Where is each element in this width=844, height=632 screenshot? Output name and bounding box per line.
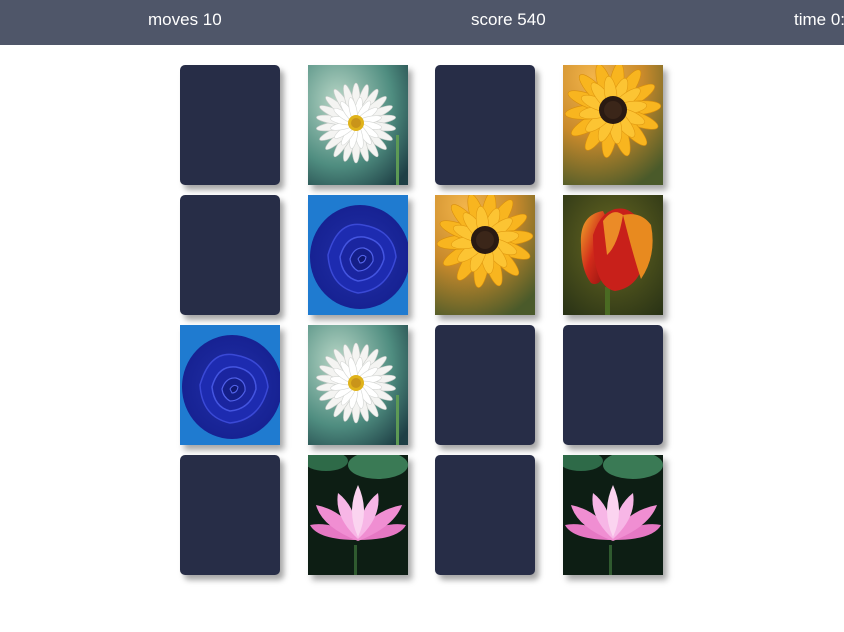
card-back[interactable]	[435, 455, 535, 575]
score-bar: moves 10 score 540 time 0:	[0, 0, 844, 45]
time-counter: time 0:	[794, 10, 844, 29]
sunflower-image	[563, 65, 663, 185]
card-grid	[180, 65, 663, 575]
card-daisy[interactable]	[308, 325, 408, 445]
card-tulip[interactable]	[563, 195, 663, 315]
card-lotus[interactable]	[563, 455, 663, 575]
lotus-image	[563, 455, 663, 575]
card-back[interactable]	[435, 65, 535, 185]
card-daisy[interactable]	[308, 65, 408, 185]
card-back[interactable]	[435, 325, 535, 445]
card-back[interactable]	[180, 455, 280, 575]
tulip-image	[563, 195, 663, 315]
lotus-image	[308, 455, 408, 575]
moves-counter: moves 10	[148, 10, 222, 29]
blue-rose-image	[308, 195, 408, 315]
blue-rose-image	[180, 325, 280, 445]
score-counter: score 540	[471, 10, 546, 29]
card-blue-rose[interactable]	[180, 325, 280, 445]
sunflower-image	[435, 195, 535, 315]
daisy-image	[308, 65, 408, 185]
card-back[interactable]	[180, 65, 280, 185]
daisy-image	[308, 325, 408, 445]
card-lotus[interactable]	[308, 455, 408, 575]
card-back[interactable]	[563, 325, 663, 445]
card-blue-rose[interactable]	[308, 195, 408, 315]
card-sunflower[interactable]	[435, 195, 535, 315]
card-sunflower[interactable]	[563, 65, 663, 185]
card-back[interactable]	[180, 195, 280, 315]
